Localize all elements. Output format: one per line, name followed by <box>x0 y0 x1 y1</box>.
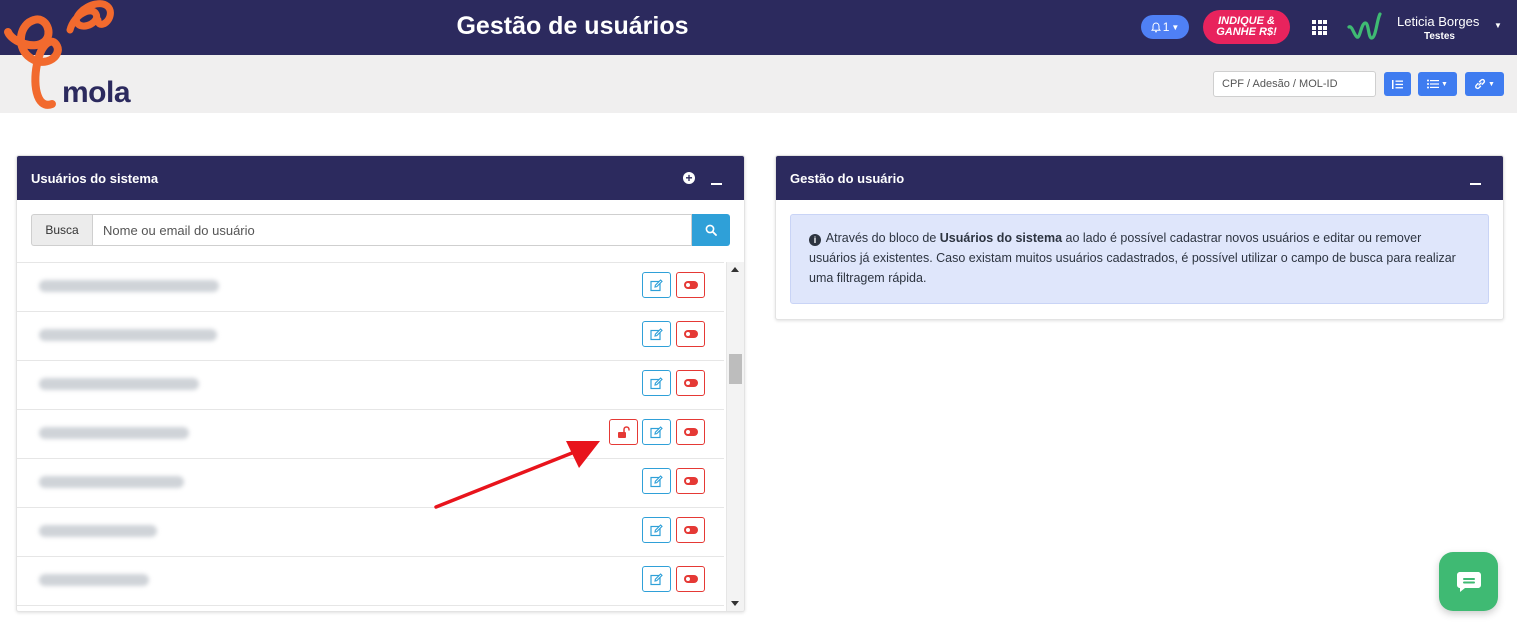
info-icon: i <box>809 234 821 246</box>
minimize-panel-icon[interactable] <box>1470 183 1481 185</box>
user-name-redacted <box>39 574 149 586</box>
scroll-up-arrow-icon[interactable] <box>731 267 739 272</box>
edit-icon <box>650 572 663 585</box>
toggle-user-status-button[interactable] <box>676 566 705 592</box>
referral-promo-badge[interactable]: INDIQUE & GANHE R$! <box>1203 10 1290 44</box>
user-row <box>17 459 724 508</box>
user-list <box>17 262 724 611</box>
scroll-thumb[interactable] <box>729 354 742 384</box>
link-icon <box>1475 78 1486 90</box>
top-navbar: Gestão de usuários 1 ▼ INDIQUE & GANHE R… <box>0 0 1517 55</box>
edit-user-button[interactable] <box>642 272 671 298</box>
user-search-input[interactable] <box>92 214 692 246</box>
toggle-user-status-button[interactable] <box>676 419 705 445</box>
edit-icon <box>650 376 663 389</box>
edit-user-button[interactable] <box>642 517 671 543</box>
scroll-down-arrow-icon[interactable] <box>731 601 739 606</box>
user-row <box>17 312 724 361</box>
search-button[interactable] <box>692 214 730 246</box>
edit-user-button[interactable] <box>642 566 671 592</box>
user-search-bar: Busca <box>31 214 730 246</box>
user-name-redacted <box>39 329 217 341</box>
chat-bubble-icon <box>1456 571 1481 592</box>
edit-icon <box>650 523 663 536</box>
chevron-down-icon[interactable]: ▼ <box>1494 21 1502 30</box>
toggle-off-icon <box>683 477 698 485</box>
promo-line-2: GANHE R$! <box>1216 26 1277 38</box>
chat-support-button[interactable] <box>1439 552 1498 611</box>
toggle-user-status-button[interactable] <box>676 272 705 298</box>
ordered-list-icon <box>1392 79 1403 89</box>
user-name-redacted <box>39 525 157 537</box>
menu-list-dropdown-button[interactable]: ▼ <box>1418 72 1457 96</box>
user-row <box>17 361 724 410</box>
toggle-off-icon <box>683 330 698 338</box>
edit-user-button[interactable] <box>642 419 671 445</box>
notification-count: 1 <box>1162 20 1170 34</box>
unlock-icon <box>618 425 630 438</box>
user-name-redacted <box>39 378 199 390</box>
edit-icon <box>650 327 663 340</box>
edit-user-button[interactable] <box>642 468 671 494</box>
minimize-panel-icon[interactable] <box>711 183 722 185</box>
list-icon <box>1427 79 1440 89</box>
apps-grid-icon[interactable] <box>1312 20 1327 35</box>
filter-list-button[interactable] <box>1384 72 1411 96</box>
cpf-adesao-molid-input[interactable] <box>1213 71 1376 97</box>
toggle-user-status-button[interactable] <box>676 321 705 347</box>
toggle-off-icon <box>683 281 698 289</box>
user-name-redacted <box>39 427 189 439</box>
edit-user-button[interactable] <box>642 370 671 396</box>
unlock-user-button[interactable] <box>609 419 638 445</box>
user-row <box>17 410 724 459</box>
chevron-down-icon: ▼ <box>1488 80 1495 88</box>
panel-title: Usuários do sistema <box>31 170 159 186</box>
panel-title: Gestão do usuário <box>790 170 905 186</box>
user-environment: Testes <box>1424 31 1455 42</box>
chevron-down-icon: ▼ <box>1171 22 1180 32</box>
bell-icon <box>1150 21 1161 32</box>
add-user-icon[interactable]: + <box>683 172 695 184</box>
toggle-user-status-button[interactable] <box>676 468 705 494</box>
info-alert: i Através do bloco de Usuários do sistem… <box>790 214 1489 304</box>
edit-icon <box>650 474 663 487</box>
info-text-emphasis: Usuários do sistema <box>939 231 1063 245</box>
user-avatar-logo[interactable] <box>1346 10 1388 46</box>
user-row <box>17 508 724 557</box>
search-label: Busca <box>31 214 92 246</box>
user-row <box>17 557 724 606</box>
user-name[interactable]: Leticia Borges <box>1397 14 1479 29</box>
page-title: Gestão de usuários <box>456 12 689 40</box>
toggle-user-status-button[interactable] <box>676 517 705 543</box>
mola-logo-text: mola <box>62 76 131 109</box>
system-users-panel-header: Usuários do sistema + <box>17 156 744 200</box>
user-management-panel: Gestão do usuário i Através do bloco de … <box>775 155 1504 320</box>
edit-user-button[interactable] <box>642 321 671 347</box>
toggle-off-icon <box>683 428 698 436</box>
toggle-off-icon <box>683 575 698 583</box>
links-dropdown-button[interactable]: ▼ <box>1465 72 1504 96</box>
toggle-user-status-button[interactable] <box>676 370 705 396</box>
edit-icon <box>650 278 663 291</box>
user-name-redacted <box>39 476 184 488</box>
user-management-panel-header: Gestão do usuário <box>776 156 1503 200</box>
info-text-prefix: Através do bloco de <box>825 231 940 245</box>
user-list-scrollbar[interactable] <box>726 262 744 611</box>
notifications-button[interactable]: 1 ▼ <box>1141 15 1189 39</box>
toggle-off-icon <box>683 526 698 534</box>
user-row <box>17 263 724 312</box>
search-icon <box>705 224 717 236</box>
toggle-off-icon <box>683 379 698 387</box>
user-name-redacted <box>39 280 219 292</box>
edit-icon <box>650 425 663 438</box>
system-users-panel: Usuários do sistema + Busca <box>16 155 745 612</box>
chevron-down-icon: ▼ <box>1441 80 1448 88</box>
